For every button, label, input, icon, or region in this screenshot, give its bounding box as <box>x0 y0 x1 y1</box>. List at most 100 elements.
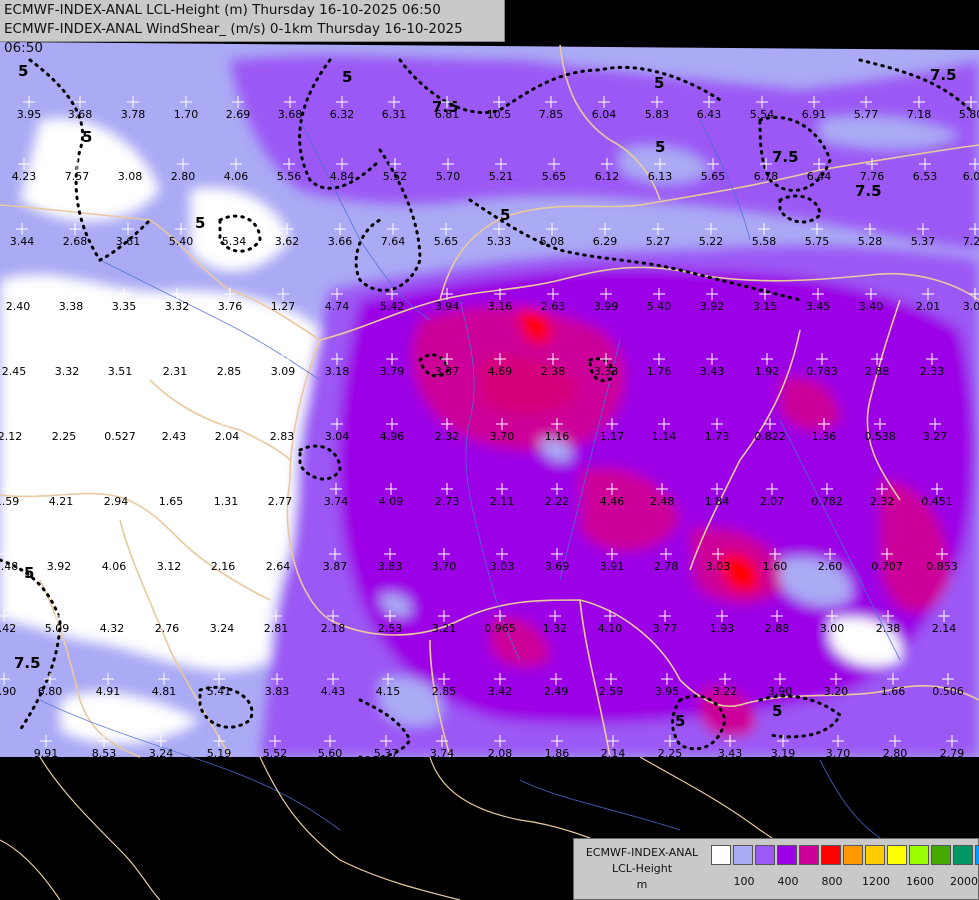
shear-value-label: 6.04 <box>592 108 617 121</box>
shear-value-label: 2.85 <box>217 365 242 378</box>
shear-value-label: 3.43 <box>700 365 725 378</box>
shear-value-label: 2.78 <box>654 560 679 573</box>
shear-value-label: 0.538 <box>864 430 896 443</box>
shear-value-label: 2.38 <box>541 365 566 378</box>
shear-value-label: 5.34 <box>222 235 247 248</box>
shear-value-label: 3.03 <box>490 560 515 573</box>
shear-value-label: 2.38 <box>876 622 901 635</box>
shear-value-label: 5.60 <box>318 747 343 760</box>
shear-value-label: 1.32 <box>543 622 568 635</box>
shear-value-label: 3.08 <box>118 170 143 183</box>
shear-value-label: 4.74 <box>325 300 350 313</box>
shear-value-label: 3.95 <box>17 108 42 121</box>
shear-value-label: 1.70 <box>174 108 199 121</box>
shear-value-label: 6.00 <box>963 170 979 183</box>
shear-value-label: 7.85 <box>539 108 564 121</box>
shear-value-label: 3.95 <box>655 685 680 698</box>
shear-value-label: 2.49 <box>544 685 569 698</box>
shear-value-label: 3.70 <box>490 430 515 443</box>
shear-value-label: 2.07 <box>760 495 785 508</box>
shear-value-label: 3.04 <box>325 430 350 443</box>
contour-label: 7.5 <box>930 66 957 84</box>
shear-value-label: 7.76 <box>860 170 885 183</box>
legend-swatch <box>733 845 753 865</box>
shear-value-label: 2.33 <box>920 365 945 378</box>
shear-value-label: 2.69 <box>226 108 251 121</box>
shear-value-label: 3.83 <box>378 560 403 573</box>
contour-label: 5 <box>82 128 92 146</box>
shear-value-label: 5.42 <box>380 300 405 313</box>
shear-value-label: 5.75 <box>805 235 830 248</box>
shear-value-label: 2.01 <box>916 300 941 313</box>
shear-value-label: 4.90 <box>0 685 16 698</box>
shear-value-label: 0.506 <box>932 685 964 698</box>
contour-label: 5 <box>655 138 665 156</box>
shear-value-label: 5.37 <box>374 747 399 760</box>
shear-value-label: 5.65 <box>434 235 459 248</box>
shear-value-label: 2.14 <box>601 747 626 760</box>
shear-value-label: 1.31 <box>214 495 239 508</box>
contour-label: 5 <box>18 62 28 80</box>
shear-value-label: 3.92 <box>700 300 725 313</box>
shear-value-label: 2.83 <box>270 430 295 443</box>
shear-value-label: 6.31 <box>382 108 407 121</box>
legend-swatch <box>865 845 885 865</box>
shear-value-label: 3.78 <box>121 108 146 121</box>
shear-value-label: 2.40 <box>6 300 31 313</box>
shear-value-label: 9.91 <box>34 747 59 760</box>
shear-value-label: 8.53 <box>92 747 117 760</box>
shear-value-label: 5.58 <box>752 235 777 248</box>
shear-value-label: 3.09 <box>271 365 296 378</box>
shear-value-label: 1.16 <box>545 430 570 443</box>
shear-value-label: 3.00 <box>820 622 845 635</box>
shear-value-label: 5.19 <box>207 747 232 760</box>
shear-value-label: 1.14 <box>652 430 677 443</box>
shear-value-label: 4.42 <box>0 622 16 635</box>
shear-value-label: 3.68 <box>278 108 303 121</box>
shear-value-label: 4.06 <box>224 170 249 183</box>
legend-model: ECMWF-INDEX-ANAL <box>585 846 699 859</box>
shear-value-label: 3.79 <box>380 365 405 378</box>
shear-value-label: 5.56 <box>277 170 302 183</box>
contour-label: 5 <box>675 712 685 730</box>
shear-value-label: 3.00 <box>963 300 979 313</box>
shear-value-label: 2.48 <box>650 495 675 508</box>
shear-value-label: 2.88 <box>765 622 790 635</box>
shear-value-label: 5.77 <box>854 108 879 121</box>
shear-value-label: 3.22 <box>713 685 738 698</box>
shear-value-label: 3.15 <box>753 300 778 313</box>
shear-value-label: 2.25 <box>658 747 683 760</box>
shear-value-label: 0.822 <box>754 430 786 443</box>
shear-value-label: 6.29 <box>593 235 618 248</box>
shear-value-label: 4.69 <box>488 365 513 378</box>
shear-value-label: 3.03 <box>706 560 731 573</box>
lcl-height-field <box>0 42 979 757</box>
shear-value-label: 10.5 <box>487 108 512 121</box>
shear-value-label: 2.31 <box>163 365 188 378</box>
shear-value-label: 6.32 <box>330 108 355 121</box>
legend-title: ECMWF-INDEX-ANAL LCL-Height m <box>578 845 706 893</box>
shear-value-label: 3.21 <box>432 622 457 635</box>
shear-value-label: 7.57 <box>65 170 90 183</box>
legend-tick-label: 2000 <box>950 875 978 888</box>
shear-value-label: 5.65 <box>542 170 567 183</box>
shear-value-label: 4.84 <box>330 170 355 183</box>
shear-value-label: 2.43 <box>162 430 187 443</box>
shear-value-label: 5.70 <box>436 170 461 183</box>
shear-value-label: 2.64 <box>266 560 291 573</box>
legend-swatch <box>953 845 973 865</box>
legend-swatch <box>975 845 979 865</box>
shear-value-label: 2.68 <box>63 235 88 248</box>
shear-value-label: 3.87 <box>323 560 348 573</box>
shear-value-label: 3.40 <box>859 300 884 313</box>
shear-value-label: 3.90 <box>768 685 793 698</box>
shear-value-label: 1.84 <box>705 495 730 508</box>
legend-swatches <box>711 845 979 865</box>
shear-value-label: 0.965 <box>484 622 516 635</box>
shear-value-label: 3.68 <box>68 108 93 121</box>
contour-label: 5 <box>195 214 205 232</box>
color-legend: ECMWF-INDEX-ANAL LCL-Height m 100 400 800 1… <box>573 838 979 900</box>
legend-ticks: 100 400 800 1200 1600 2000 <box>711 875 979 891</box>
shear-value-label: 2.63 <box>541 300 566 313</box>
legend-tick-label: 400 <box>777 875 799 888</box>
